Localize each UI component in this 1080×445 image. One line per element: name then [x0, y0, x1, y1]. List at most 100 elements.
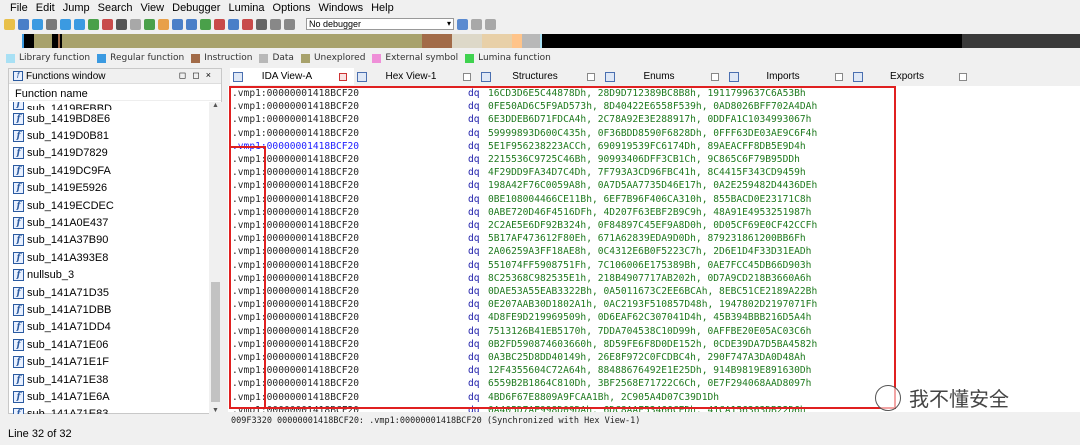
tab-label: Structures — [512, 71, 558, 82]
tab-close-icon[interactable] — [959, 72, 967, 81]
help-icon[interactable] — [485, 18, 496, 30]
function-item[interactable]: f sub_1419D0B81 — [9, 127, 209, 144]
open-file-icon[interactable] — [4, 18, 15, 30]
watermark-logo-icon — [875, 384, 901, 411]
menu-item-debugger[interactable]: Debugger — [172, 2, 220, 14]
watermark: 我不懂安全 — [875, 383, 1009, 412]
data-icon[interactable] — [158, 18, 169, 30]
function-item[interactable]: f nullsub_3 — [9, 267, 209, 284]
nav-segment — [482, 34, 512, 48]
tab-label: Enums — [643, 71, 675, 82]
forward-icon[interactable] — [46, 18, 57, 30]
function-item[interactable]: f sub_141A71E06 — [9, 336, 209, 353]
tab-view-icon — [605, 71, 615, 82]
function-icon: f — [13, 321, 24, 334]
menu-item-windows[interactable]: Windows — [318, 2, 363, 14]
dropdown-arrow-icon: ▾ — [446, 19, 451, 28]
breakpoint-icon[interactable] — [242, 18, 253, 30]
tab-hex-view-1[interactable]: Hex View-1 — [354, 68, 478, 85]
graph-icon[interactable] — [116, 18, 127, 30]
legend-item: Instruction — [188, 53, 252, 63]
menu-item-help[interactable]: Help — [371, 2, 394, 14]
stop-icon[interactable] — [284, 18, 295, 30]
function-item[interactable]: f sub_1419D7829 — [9, 145, 209, 162]
menu-item-view[interactable]: View — [140, 2, 164, 14]
function-item[interactable]: f sub_1419DC9FA — [9, 162, 209, 179]
function-icon: f — [13, 390, 24, 403]
function-item[interactable]: f sub_1419E5926 — [9, 180, 209, 197]
function-item[interactable]: f sub_141A393E8 — [9, 249, 209, 266]
function-name-header[interactable]: Function name — [9, 84, 221, 101]
function-item[interactable]: f sub_141A71E6A — [9, 388, 209, 405]
tab-close-icon[interactable] — [463, 72, 471, 81]
debugger-select[interactable]: No debugger ▾ — [306, 18, 454, 30]
menu-item-lumina[interactable]: Lumina — [228, 2, 264, 14]
functions-scrollbar[interactable]: ▲ ▼ — [209, 102, 222, 414]
function-item[interactable]: f sub_141A71DBB — [9, 301, 209, 318]
watermark-text: 我不懂安全 — [909, 387, 1009, 411]
function-item[interactable]: f sub_141A71E1F — [9, 353, 209, 370]
legend-item: Data — [256, 53, 294, 63]
tab-close-icon[interactable] — [587, 72, 595, 81]
tab-enums[interactable]: Enums — [602, 68, 726, 85]
function-icon: f — [13, 234, 24, 247]
function-name: sub_141A71E6A — [27, 390, 110, 403]
scroll-down-icon[interactable]: ▼ — [212, 407, 219, 414]
struct-icon[interactable] — [186, 18, 197, 30]
legend-swatch — [372, 53, 382, 63]
save-icon[interactable] — [18, 18, 29, 30]
function-item[interactable]: f sub_141A71DD4 — [9, 319, 209, 336]
pause-icon[interactable] — [270, 18, 281, 30]
window-controls[interactable]: ◻◻× — [179, 70, 217, 81]
binary-search-icon[interactable] — [102, 18, 113, 30]
tab-close-icon[interactable] — [339, 72, 347, 81]
listing-status-bar: 009F3320 00000001418BCF20: .vmp1:0000000… — [228, 414, 1080, 428]
enum-icon[interactable] — [200, 18, 211, 30]
string-icon[interactable] — [172, 18, 183, 30]
link-icon[interactable] — [471, 18, 482, 30]
legend-item: External symbol — [369, 53, 458, 63]
nav-segment — [512, 34, 522, 48]
function-icon: f — [13, 373, 24, 386]
patch-icon[interactable] — [214, 18, 225, 30]
run-icon[interactable] — [256, 18, 267, 30]
function-item[interactable]: f sub_141A0E437 — [9, 214, 209, 231]
jump-icon[interactable] — [60, 18, 71, 30]
menu-item-jump[interactable]: Jump — [63, 2, 90, 14]
tab-ida-view-a[interactable]: IDA View-A — [230, 68, 354, 85]
function-item[interactable]: f sub_141A71E38 — [9, 371, 209, 388]
debug-settings-icon[interactable] — [457, 18, 468, 30]
scrollbar-thumb[interactable] — [211, 282, 220, 402]
menu-item-edit[interactable]: Edit — [36, 2, 55, 14]
function-name: sub_1419ECDEC — [27, 199, 114, 212]
scroll-up-icon[interactable]: ▲ — [212, 102, 219, 109]
code-icon[interactable] — [144, 18, 155, 30]
list-icon[interactable] — [74, 18, 85, 30]
nav-icon[interactable] — [228, 18, 239, 30]
function-name: sub_141A0E437 — [27, 217, 109, 230]
tab-label: Hex View-1 — [385, 71, 437, 82]
function-icon: f — [13, 199, 24, 212]
tab-exports[interactable]: Exports — [850, 68, 974, 85]
back-icon[interactable] — [32, 18, 43, 30]
tab-close-icon[interactable] — [711, 72, 719, 81]
function-item[interactable]: f sub_141A37B90 — [9, 232, 209, 249]
function-item[interactable]: f sub_1419ECDEC — [9, 197, 209, 214]
function-item[interactable]: f sub_1419BFBBD — [9, 102, 209, 110]
text-search-icon[interactable] — [88, 18, 99, 30]
menu-item-file[interactable]: File — [10, 2, 28, 14]
function-icon: f — [13, 286, 24, 299]
function-name: sub_1419BD8E6 — [27, 112, 111, 125]
menu-item-options[interactable]: Options — [273, 2, 311, 14]
tab-structures[interactable]: Structures — [478, 68, 602, 85]
tab-imports[interactable]: Imports — [726, 68, 850, 85]
function-item[interactable]: fsub_141A71E83 — [9, 406, 209, 414]
function-name: sub_141A71DD4 — [27, 321, 111, 334]
function-item[interactable]: f sub_141A71D35 — [9, 284, 209, 301]
flag-icon[interactable] — [130, 18, 141, 30]
navigation-band[interactable] — [22, 34, 1080, 48]
tab-close-icon[interactable] — [835, 72, 843, 81]
menu-item-search[interactable]: Search — [98, 2, 133, 14]
legend-swatch — [97, 53, 107, 63]
function-item[interactable]: f sub_1419BD8E6 — [9, 110, 209, 127]
